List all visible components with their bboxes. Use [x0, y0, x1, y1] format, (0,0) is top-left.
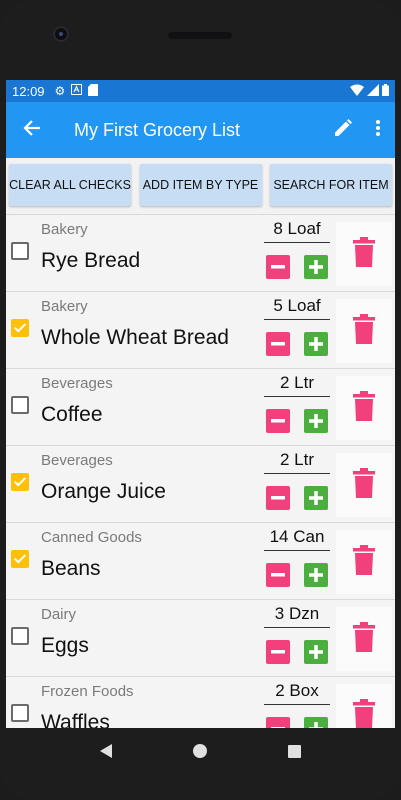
item-checkbox[interactable]: [11, 319, 29, 337]
search-for-item-button[interactable]: SEARCH FOR ITEM: [270, 164, 392, 206]
page-title: My First Grocery List: [74, 119, 241, 140]
item-checkbox[interactable]: [11, 396, 29, 414]
list-item[interactable]: Beverages Coffee 2 Ltr: [6, 368, 395, 445]
battery-icon: [382, 83, 389, 99]
item-quantity[interactable]: 8 Loaf: [264, 219, 330, 243]
cell-signal-icon: [367, 83, 379, 99]
item-category: Canned Goods: [41, 529, 142, 546]
app-bar: My First Grocery List: [6, 102, 395, 158]
nav-home-icon[interactable]: [192, 744, 207, 758]
clear-all-checks-button[interactable]: CLEAR ALL CHECKS: [9, 164, 131, 206]
delete-item-button[interactable]: [336, 222, 392, 286]
item-category: Frozen Foods: [41, 683, 134, 700]
trash-icon: [353, 236, 375, 272]
delete-item-button[interactable]: [336, 453, 392, 517]
decrease-quantity-button[interactable]: [266, 486, 290, 510]
item-name: Orange Juice: [41, 480, 166, 503]
decrease-quantity-button[interactable]: [266, 563, 290, 587]
wifi-icon: [350, 84, 364, 99]
item-name: Waffles: [41, 711, 110, 728]
increase-quantity-button[interactable]: [304, 332, 328, 356]
item-quantity[interactable]: 3 Dzn: [264, 604, 330, 628]
item-checkbox[interactable]: [11, 473, 29, 491]
item-category: Bakery: [41, 298, 88, 315]
status-bar: 12:09 ⚙: [6, 80, 395, 102]
trash-icon: [353, 698, 375, 728]
back-arrow-icon[interactable]: [8, 117, 56, 143]
increase-quantity-button[interactable]: [304, 717, 328, 728]
item-checkbox[interactable]: [11, 704, 29, 722]
list-item[interactable]: Bakery Whole Wheat Bread 5 Loaf: [6, 291, 395, 368]
system-nav-bar: [0, 728, 401, 774]
sd-card-icon: [88, 83, 99, 99]
list-item[interactable]: Dairy Eggs 3 Dzn: [6, 599, 395, 676]
earpiece-speaker: [168, 32, 232, 39]
decrease-quantity-button[interactable]: [266, 717, 290, 728]
item-name: Eggs: [41, 634, 89, 657]
increase-quantity-button[interactable]: [304, 486, 328, 510]
decrease-quantity-button[interactable]: [266, 640, 290, 664]
increase-quantity-button[interactable]: [304, 255, 328, 279]
trash-icon: [353, 313, 375, 349]
edit-pencil-icon[interactable]: [325, 118, 361, 142]
overflow-menu-icon[interactable]: [361, 119, 395, 142]
trash-icon: [353, 621, 375, 657]
decrease-quantity-button[interactable]: [266, 255, 290, 279]
item-checkbox[interactable]: [11, 627, 29, 645]
add-item-by-type-button[interactable]: ADD ITEM BY TYPE: [139, 164, 262, 206]
delete-item-button[interactable]: [336, 299, 392, 363]
trash-icon: [353, 544, 375, 580]
trash-icon: [353, 390, 375, 426]
item-name: Beans: [41, 557, 101, 580]
item-category: Beverages: [41, 375, 113, 392]
increase-quantity-button[interactable]: [304, 640, 328, 664]
increase-quantity-button[interactable]: [304, 409, 328, 433]
action-button-row: CLEAR ALL CHECKS ADD ITEM BY TYPE SEARCH…: [6, 158, 395, 212]
item-category: Beverages: [41, 452, 113, 469]
item-quantity[interactable]: 5 Loaf: [264, 296, 330, 320]
increase-quantity-button[interactable]: [304, 563, 328, 587]
list-item[interactable]: Frozen Foods Waffles 2 Box: [6, 676, 395, 728]
item-quantity[interactable]: 2 Ltr: [264, 450, 330, 474]
item-checkbox[interactable]: [11, 550, 29, 568]
delete-item-button[interactable]: [336, 684, 392, 728]
item-category: Dairy: [41, 606, 77, 623]
list-item[interactable]: Bakery Rye Bread 8 Loaf: [6, 214, 395, 291]
list-item[interactable]: Canned Goods Beans 14 Can: [6, 522, 395, 599]
device-frame: 12:09 ⚙ My First Grocery List CLEAR ALL …: [0, 0, 401, 800]
grocery-list: Bakery Rye Bread 8 Loaf Bakery Whole Wheat B…: [6, 214, 395, 728]
app-screen: 12:09 ⚙ My First Grocery List CLEAR ALL …: [6, 80, 395, 728]
delete-item-button[interactable]: [336, 607, 392, 671]
trash-icon: [353, 467, 375, 503]
status-time: 12:09: [12, 83, 45, 99]
delete-item-button[interactable]: [336, 376, 392, 440]
list-item[interactable]: Beverages Orange Juice 2 Ltr: [6, 445, 395, 522]
decrease-quantity-button[interactable]: [266, 409, 290, 433]
nav-back-icon[interactable]: [100, 744, 113, 758]
item-checkbox[interactable]: [11, 242, 29, 260]
item-quantity[interactable]: 14 Can: [264, 527, 330, 551]
item-name: Whole Wheat Bread: [41, 326, 229, 349]
decrease-quantity-button[interactable]: [266, 332, 290, 356]
delete-item-button[interactable]: [336, 530, 392, 594]
item-category: Bakery: [41, 221, 88, 238]
nav-recents-icon[interactable]: [287, 744, 301, 758]
item-name: Coffee: [41, 403, 103, 426]
item-quantity[interactable]: 2 Box: [264, 681, 330, 705]
notification-a-icon: [71, 84, 83, 98]
item-name: Rye Bread: [41, 249, 141, 272]
front-camera: [53, 26, 69, 42]
item-quantity[interactable]: 2 Ltr: [264, 373, 330, 397]
settings-status-icon: ⚙: [54, 84, 66, 98]
